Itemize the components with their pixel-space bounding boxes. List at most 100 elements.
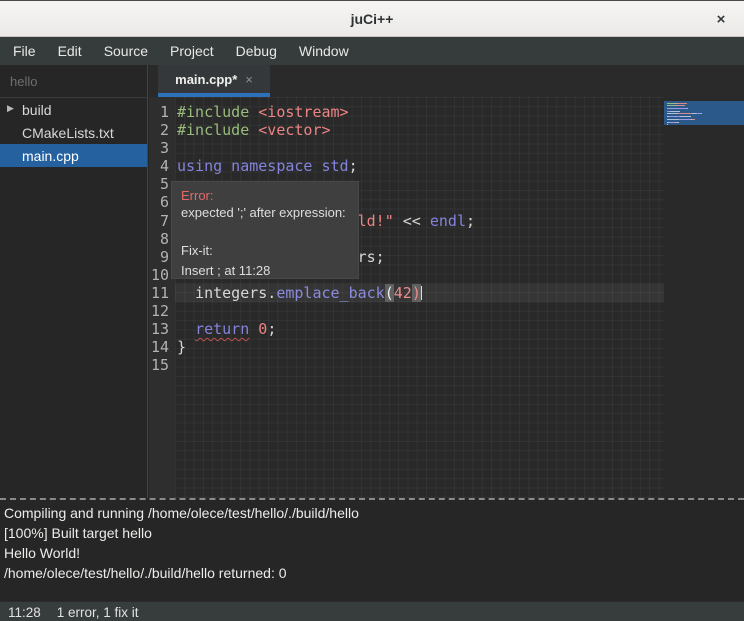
tree-item-label: CMakeLists.txt <box>22 125 114 141</box>
expander-icon[interactable]: ▶ <box>7 103 14 114</box>
code-text: return 0; <box>175 320 276 338</box>
fixit-title: Fix-it: <box>181 242 349 259</box>
app-window: juCi++ × File Edit Source Project Debug … <box>0 0 744 621</box>
code-text <box>175 356 177 374</box>
menu-item-project[interactable]: Project <box>159 39 225 63</box>
code-token: 0 <box>258 320 267 338</box>
menu-item-file[interactable]: File <box>2 39 47 63</box>
code-line[interactable]: 14} <box>149 338 664 356</box>
line-number: 2 <box>149 121 175 139</box>
tree-item-build[interactable]: ▶ build <box>0 98 147 121</box>
output-line: Compiling and running /home/olece/test/h… <box>4 503 740 523</box>
text-cursor <box>421 286 423 300</box>
code-token: } <box>177 338 186 356</box>
minimap-segment <box>676 105 684 106</box>
code-token: 42 <box>394 284 412 302</box>
code-text: #include <vector> <box>175 121 331 139</box>
output-panel[interactable]: Compiling and running /home/olece/test/h… <box>0 498 744 601</box>
minimap-segment <box>679 119 692 120</box>
code-token: #include <box>177 121 249 139</box>
diagnostic-tooltip: Error: expected ';' after expression: Fi… <box>171 181 359 279</box>
minimap-segment <box>678 113 693 114</box>
code-text: integers.emplace_back(42) <box>175 284 422 302</box>
tree-item-label: build <box>22 102 52 118</box>
minimap-segment <box>667 113 678 114</box>
code-token: endl <box>430 212 466 230</box>
minimap-segment <box>687 108 688 109</box>
output-line: Hello World! <box>4 543 740 563</box>
line-number: 14 <box>149 338 175 356</box>
minimap-line <box>667 125 744 127</box>
minimap-viewport[interactable] <box>664 101 744 125</box>
code-token: ; <box>466 212 475 230</box>
error-title: Error: <box>181 187 349 204</box>
code-token: emplace_back <box>276 284 384 302</box>
window-close-button[interactable]: × <box>710 8 732 30</box>
tree-item-label: main.cpp <box>22 148 79 164</box>
code-token: return <box>195 320 249 338</box>
tab-label: main.cpp* <box>175 72 237 87</box>
fixit-message: Insert ; at 11:28 <box>181 262 349 279</box>
menu-item-source[interactable]: Source <box>93 39 159 63</box>
code-line[interactable]: 1#include <iostream> <box>149 103 664 121</box>
close-icon: × <box>717 11 726 28</box>
code-line[interactable]: 13 return 0; <box>149 320 664 338</box>
code-token <box>249 103 258 121</box>
tab-main-cpp[interactable]: main.cpp* × <box>158 65 270 97</box>
code-token: <iostream> <box>258 103 348 121</box>
minimap[interactable] <box>664 97 744 498</box>
tree-item-cmakelists[interactable]: CMakeLists.txt <box>0 121 147 144</box>
code-text <box>175 139 177 157</box>
output-line: [100%] Built target hello <box>4 523 740 543</box>
editor: 1#include <iostream>2#include <vector>34… <box>149 97 744 498</box>
code-text <box>175 302 177 320</box>
code-token: <vector> <box>258 121 330 139</box>
tab-close-icon[interactable]: × <box>245 72 253 87</box>
line-number: 3 <box>149 139 175 157</box>
line-number: 11 <box>149 284 175 302</box>
code-token <box>177 320 195 338</box>
menu-item-window[interactable]: Window <box>288 39 360 63</box>
code-token <box>249 121 258 139</box>
code-line[interactable]: 11 integers.emplace_back(42) <box>149 284 664 302</box>
code-text: } <box>175 338 186 356</box>
diagnostic-summary[interactable]: 1 error, 1 fix it <box>57 605 139 620</box>
line-number: 4 <box>149 157 175 175</box>
code-line[interactable]: 2#include <vector> <box>149 121 664 139</box>
minimap-segment <box>667 108 687 109</box>
minimap-segment <box>694 119 695 120</box>
line-number: 15 <box>149 356 175 374</box>
code-token: #include <box>177 103 249 121</box>
code-line[interactable]: 12 <box>149 302 664 320</box>
code-token: using namespace std <box>177 157 349 175</box>
menu-item-edit[interactable]: Edit <box>47 39 93 63</box>
minimap-segment <box>667 105 675 106</box>
code-line[interactable]: 3 <box>149 139 664 157</box>
minimap-segment <box>680 116 692 117</box>
error-message: expected ';' after expression: <box>181 204 349 221</box>
tree-item-main-cpp[interactable]: main.cpp <box>0 144 147 167</box>
line-number: 13 <box>149 320 175 338</box>
code-token <box>249 320 258 338</box>
window-title: juCi++ <box>351 11 394 27</box>
code-token: << <box>394 212 430 230</box>
output-line: /home/olece/test/hello/./build/hello ret… <box>4 563 740 583</box>
menubar: File Edit Source Project Debug Window <box>0 37 744 65</box>
code-token: ( <box>385 284 394 302</box>
statusbar: 11:28 1 error, 1 fix it <box>0 601 744 621</box>
line-number: 1 <box>149 103 175 121</box>
code-text: using namespace std; <box>175 157 358 175</box>
code-token: ) <box>412 284 421 302</box>
line-number: 12 <box>149 302 175 320</box>
code-token: integers. <box>177 284 276 302</box>
minimap-segment <box>667 119 679 120</box>
code-line[interactable]: 15 <box>149 356 664 374</box>
menu-item-debug[interactable]: Debug <box>225 39 288 63</box>
minimap-segment <box>677 122 678 123</box>
window-titlebar: juCi++ × <box>0 1 744 37</box>
minimap-segment <box>667 124 668 125</box>
minimap-segment <box>701 113 702 114</box>
code-text: #include <iostream> <box>175 103 349 121</box>
code-line[interactable]: 4using namespace std; <box>149 157 664 175</box>
code-token: ; <box>349 157 358 175</box>
